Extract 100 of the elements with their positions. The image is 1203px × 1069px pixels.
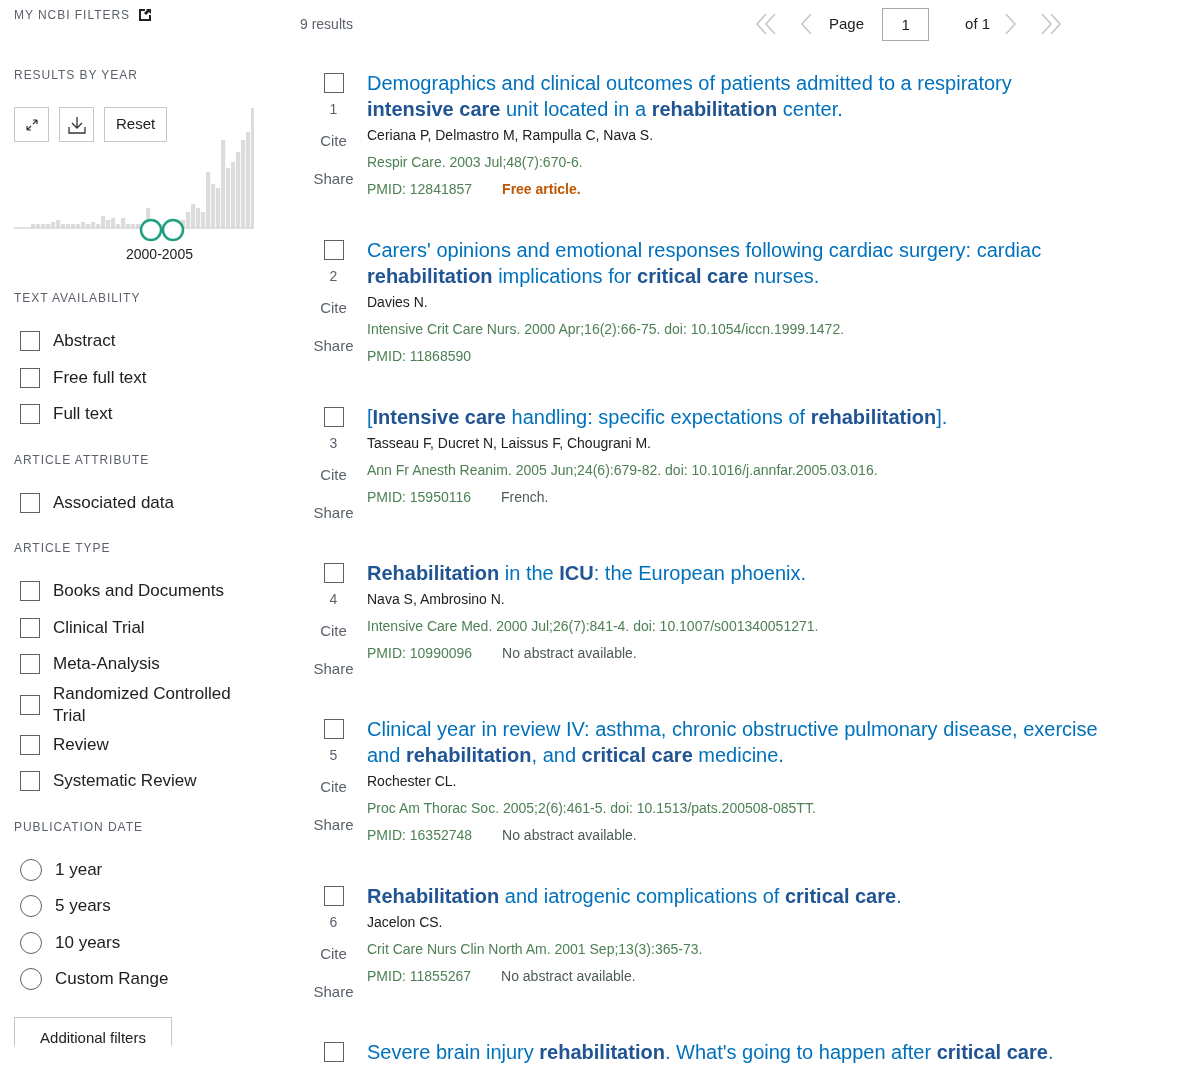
journal-citation: Intensive Crit Care Nurs. 2000 Apr;16(2):66-75. doi: 10.1054/iccn.1999.1472. — [367, 320, 846, 339]
result-number: 2 — [329, 267, 338, 286]
filter-label: Free full text — [53, 366, 148, 389]
filter-label: Full text — [53, 403, 114, 426]
filter-label: Custom Range — [55, 968, 170, 991]
article-note: No abstract available. — [502, 644, 637, 663]
filter-label: Meta-Analysis — [53, 653, 161, 676]
expand-icon — [23, 116, 40, 133]
cite-link[interactable]: Cite — [320, 128, 347, 154]
download-icon — [66, 114, 87, 135]
range-handle[interactable] — [161, 218, 185, 242]
authors: Jacelon CS. — [367, 913, 444, 932]
article-note: French. — [501, 488, 549, 507]
checkbox[interactable] — [323, 240, 344, 260]
checkbox[interactable] — [323, 563, 344, 583]
journal-citation: Proc Am Thorac Soc. 2005;2(6):461-5. doi: 10.1513/pats.200508-085TT. — [367, 799, 817, 818]
share-link[interactable]: Share — [313, 979, 354, 1005]
checkbox[interactable] — [20, 581, 40, 602]
article-title-link[interactable]: Rehabilitation and iatrogenic complications of critical care. — [367, 883, 1100, 909]
checkbox[interactable] — [20, 331, 40, 352]
article-title-link[interactable]: Demographics and clinical outcomes of patients admitted to a respiratory intensive care unit located in a rehabilitation center. — [367, 70, 1100, 122]
pmid: PMID: 12841857 — [367, 180, 473, 199]
checkbox[interactable] — [323, 719, 344, 739]
range-label: 2000-2005 — [126, 245, 193, 264]
free-article-label: Free article. — [502, 180, 581, 199]
share-link[interactable]: Share — [313, 333, 354, 359]
pmid: PMID: 16352748 — [367, 826, 473, 845]
page-input[interactable]: 1 — [882, 7, 930, 41]
radio-button[interactable] — [20, 895, 42, 918]
section-heading: TEXT AVAILABILITY — [14, 290, 141, 307]
results-count: 9 results — [300, 14, 354, 34]
authors: Tasseau F, Ducret N, Laissus F, Chougrani M. — [367, 434, 652, 453]
pmid: PMID: 11855267 — [367, 967, 472, 986]
page-label: Page — [829, 13, 865, 34]
checkbox[interactable] — [323, 73, 344, 93]
section-heading: MY NCBI FILTERS — [14, 7, 130, 24]
article-title-link[interactable]: Carers' opinions and emotional responses following cardiac surgery: cardiac rehabilitation implications for critical care nurses. — [367, 237, 1100, 289]
article-title-link[interactable]: Rehabilitation in the ICU: the European phoenix. — [367, 560, 1100, 586]
article-title-link[interactable]: Severe brain injury rehabilitation. What's going to happen after critical care. — [367, 1039, 1100, 1065]
additional-filters-button[interactable]: Additional filters — [14, 1016, 172, 1046]
filter-label: 5 years — [55, 895, 112, 918]
checkbox[interactable] — [20, 617, 40, 638]
filter-label: Abstract — [53, 330, 117, 353]
pmid: PMID: 10990096 — [367, 644, 473, 663]
pmid: PMID: 11868590 — [367, 347, 472, 366]
authors: Nava S, Ambrosino N. — [367, 590, 506, 609]
checkbox[interactable] — [20, 367, 40, 388]
checkbox[interactable] — [20, 771, 40, 792]
cite-link[interactable]: Cite — [320, 774, 347, 800]
radio-button[interactable] — [20, 858, 42, 881]
share-link[interactable]: Share — [313, 812, 354, 838]
authors: Rochester CL. — [367, 772, 458, 791]
section-heading: RESULTS BY YEAR — [14, 68, 138, 82]
reset-button[interactable]: Reset — [104, 107, 168, 142]
authors: Ceriana P, Delmastro M, Rampulla C, Nava S. — [367, 126, 655, 145]
cite-link[interactable]: Cite — [320, 941, 347, 967]
section-heading: ARTICLE ATTRIBUTE — [14, 451, 150, 469]
article-title-link[interactable]: Clinical year in review IV: asthma, chronic obstructive pulmonary disease, exercise and rehabilitation, and critical care medicine. — [367, 716, 1100, 768]
radio-button[interactable] — [20, 931, 42, 954]
filter-label: Systematic Review — [53, 770, 198, 793]
checkbox[interactable] — [323, 886, 344, 906]
share-link[interactable]: Share — [313, 656, 354, 682]
radio-button[interactable] — [20, 968, 42, 991]
expand-button[interactable] — [14, 107, 49, 142]
range-handle[interactable] — [139, 218, 163, 242]
share-link[interactable]: Share — [313, 500, 354, 526]
journal-citation: Ann Fr Anesth Reanim. 2005 Jun;24(6):679-82. doi: 10.1016/j.annfar.2005.03.016. — [367, 461, 879, 480]
checkbox[interactable] — [20, 404, 40, 425]
page-total: of 1 — [965, 13, 991, 34]
result-number: 1 — [329, 100, 338, 119]
external-link-icon — [138, 8, 152, 22]
result-number: 5 — [329, 746, 338, 765]
cite-link[interactable]: Cite — [320, 295, 347, 321]
journal-citation: Intensive Care Med. 2000 Jul;26(7):841-4. doi: 10.1007/s001340051271. — [367, 617, 820, 636]
filter-label: Books and Documents — [53, 580, 226, 603]
filter-label: Associated data — [53, 491, 175, 514]
checkbox[interactable] — [20, 492, 40, 513]
section-heading: ARTICLE TYPE — [14, 540, 111, 557]
checkbox[interactable] — [20, 654, 40, 675]
article-title-link[interactable]: [Intensive care handling: specific expectations of rehabilitation]. — [367, 404, 1100, 430]
checkbox[interactable] — [323, 1042, 344, 1062]
result-number: 3 — [329, 434, 338, 453]
result-number: 6 — [329, 913, 338, 932]
filter-label: 10 years — [55, 931, 122, 954]
authors: Davies N. — [367, 293, 429, 312]
cite-link[interactable]: Cite — [320, 618, 347, 644]
checkbox[interactable] — [323, 407, 344, 427]
journal-citation: Respir Care. 2003 Jul;48(7):670-6. — [367, 153, 584, 172]
filter-label: Randomized Controlled Trial — [53, 682, 232, 727]
checkbox[interactable] — [20, 694, 40, 715]
cite-link[interactable]: Cite — [320, 462, 347, 488]
filter-label: Review — [53, 733, 110, 756]
checkbox[interactable] — [20, 734, 40, 755]
result-number: 4 — [329, 590, 338, 609]
article-note: No abstract available. — [501, 967, 636, 986]
article-note: No abstract available. — [502, 826, 637, 845]
filter-label: 1 year — [55, 858, 104, 881]
share-link[interactable]: Share — [313, 166, 354, 192]
pmid: PMID: 15950116 — [367, 488, 472, 507]
download-button[interactable] — [59, 107, 94, 142]
